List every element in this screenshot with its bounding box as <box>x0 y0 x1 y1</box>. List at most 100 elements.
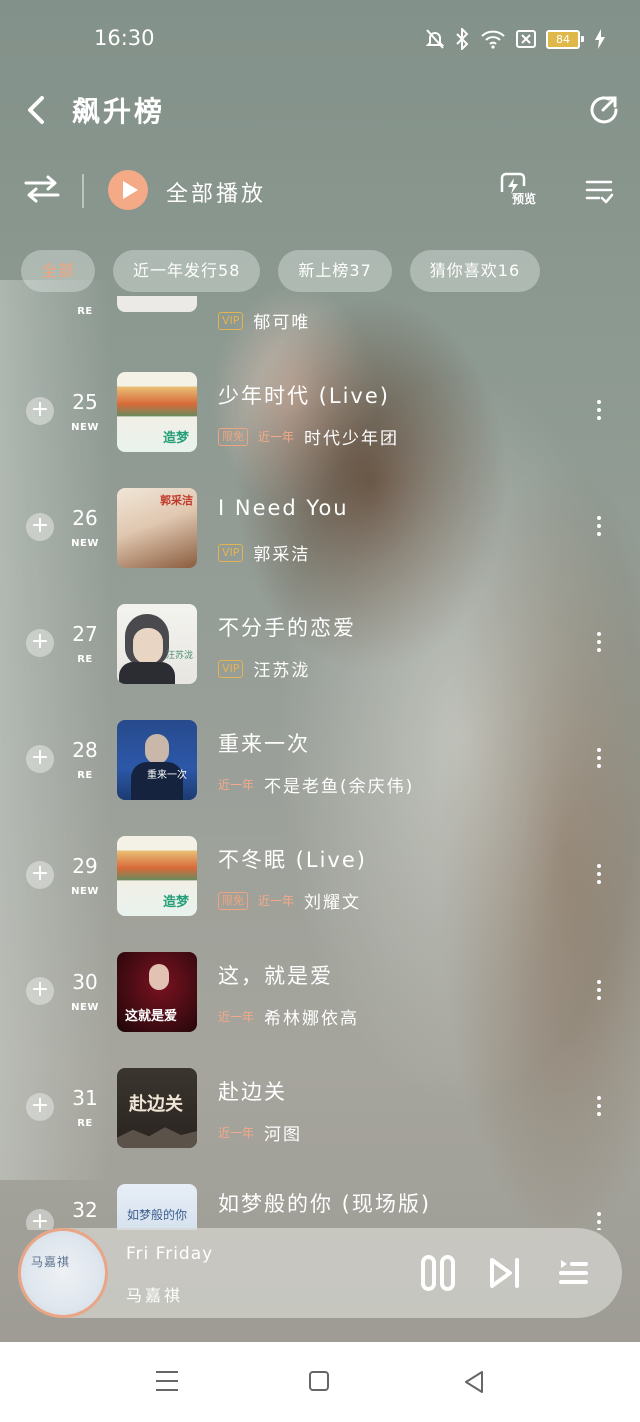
song-tag: NEW <box>71 1002 99 1013</box>
list-item[interactable]: + 30 NEW 这就是爱 这，就是爱 近一年 希林娜依高 <box>0 952 640 1068</box>
song-title: 不分手的恋爱 <box>218 616 356 640</box>
add-icon[interactable]: + <box>26 397 54 425</box>
song-title: 这，就是爱 <box>218 964 333 988</box>
more-icon[interactable] <box>590 628 608 658</box>
back-icon[interactable] <box>20 92 56 128</box>
playlist-icon[interactable] <box>558 1256 588 1290</box>
add-icon[interactable]: + <box>26 513 54 541</box>
more-icon[interactable] <box>590 976 608 1006</box>
song-artist: 汪苏泷 <box>253 661 311 681</box>
song-rank: 30 <box>72 970 98 994</box>
share-icon[interactable] <box>586 92 622 128</box>
song-tag: RE <box>77 306 93 317</box>
system-nav-bar <box>0 1342 640 1422</box>
home-nav-icon[interactable] <box>309 1371 329 1391</box>
toolbar: 全部播放 预览 <box>0 162 640 220</box>
recent-label: 近一年 <box>258 430 295 444</box>
mute-bell-icon <box>426 29 444 49</box>
filter-chip-recommended[interactable]: 猜你喜欢16 <box>409 250 541 292</box>
play-icon[interactable] <box>108 170 148 210</box>
now-playing-cover[interactable]: 马嘉祺 <box>18 1228 108 1318</box>
mini-player[interactable]: 马嘉祺 Fri Friday 马嘉祺 <box>18 1228 622 1318</box>
filter-chip-new-entries[interactable]: 新上榜37 <box>278 250 392 292</box>
song-tag: NEW <box>71 538 99 549</box>
song-rank: 31 <box>72 1086 98 1110</box>
more-icon[interactable] <box>590 1092 608 1122</box>
song-artist: 郁可唯 <box>253 313 311 333</box>
recent-label: 近一年 <box>218 778 255 792</box>
more-icon[interactable] <box>590 860 608 890</box>
menu-nav-icon[interactable] <box>155 1370 179 1392</box>
pause-icon[interactable] <box>420 1254 456 1292</box>
battery-indicator: 84 <box>546 29 584 49</box>
song-tag: NEW <box>71 886 99 897</box>
song-tag: RE <box>77 654 93 665</box>
song-artist: 郭采洁 <box>253 545 311 565</box>
battery-level: 84 <box>546 29 580 49</box>
song-cover: 这就是爱 <box>117 952 197 1032</box>
song-cover: 重来一次 <box>117 720 197 800</box>
song-artist: 刘耀文 <box>304 893 362 913</box>
add-icon[interactable]: + <box>26 977 54 1005</box>
list-select-icon[interactable] <box>584 176 614 206</box>
now-playing-artist: 马嘉祺 <box>126 1286 184 1305</box>
shuffle-icon[interactable] <box>24 174 60 204</box>
more-icon[interactable] <box>590 744 608 774</box>
preview-button[interactable]: 预览 <box>498 170 544 210</box>
free-badge: 限免 <box>218 891 248 910</box>
song-tag: RE <box>77 770 93 781</box>
add-icon[interactable]: + <box>26 861 54 889</box>
song-artist: 希林娜依高 <box>264 1009 360 1029</box>
list-item[interactable]: + 32 如梦般的你 如梦般的你 (现场版) <box>0 1184 640 1230</box>
recent-label: 近一年 <box>258 894 295 908</box>
toolbar-divider <box>82 174 84 208</box>
song-artist: 河图 <box>264 1125 303 1145</box>
list-item[interactable]: + 28 RE 重来一次 重来一次 近一年 不是老鱼(余庆伟) <box>0 720 640 836</box>
list-item[interactable]: + 26 NEW 郭采洁 I Need You VIP 郭采洁 <box>0 488 640 604</box>
filter-chip-all[interactable]: 全部 <box>21 250 96 292</box>
sim-icon <box>516 30 536 48</box>
song-cover: 如梦般的你 <box>117 1184 197 1230</box>
song-rank: 27 <box>72 622 98 646</box>
more-icon[interactable] <box>590 396 608 426</box>
song-artist: 时代少年团 <box>304 429 400 449</box>
more-icon[interactable] <box>590 1208 608 1230</box>
now-playing-title: Fri Friday <box>126 1244 214 1264</box>
list-item[interactable]: + 25 NEW 造梦 少年时代 (Live) 限免 近一年 时代少年团 <box>0 372 640 488</box>
song-title: 赴边关 <box>218 1080 287 1104</box>
add-icon[interactable]: + <box>26 629 54 657</box>
vip-badge: VIP <box>218 543 244 562</box>
song-artist: 不是老鱼(余庆伟) <box>264 777 415 797</box>
song-rank: 25 <box>72 390 98 414</box>
recent-label: 近一年 <box>218 1010 255 1024</box>
vip-badge: VIP <box>218 311 244 330</box>
recent-label: 近一年 <box>218 1126 255 1140</box>
song-title: 不冬眠 (Live) <box>218 848 367 872</box>
song-title: 如梦般的你 (现场版) <box>218 1192 432 1216</box>
list-item[interactable]: + 31 RE 赴边关 赴边关 近一年 河图 <box>0 1068 640 1184</box>
list-item[interactable]: + 29 NEW 造梦 不冬眠 (Live) 限免 近一年 刘耀文 <box>0 836 640 952</box>
song-cover: 郭采洁 <box>117 488 197 568</box>
more-icon[interactable] <box>590 512 608 542</box>
add-icon[interactable]: + <box>26 1209 54 1230</box>
wifi-icon <box>481 30 505 49</box>
song-title: 少年时代 (Live) <box>218 384 390 408</box>
add-icon[interactable]: + <box>26 745 54 773</box>
song-cover: 汪苏泷 <box>117 604 197 684</box>
song-rank: 29 <box>72 854 98 878</box>
list-item[interactable]: + 27 RE 汪苏泷 不分手的恋爱 VIP 汪苏泷 <box>0 604 640 720</box>
status-bar: 16:30 84 <box>0 0 640 80</box>
filter-chip-recent-year[interactable]: 近一年发行58 <box>113 250 261 292</box>
next-icon[interactable] <box>488 1256 522 1290</box>
song-list[interactable]: RE VIP 郁可唯 + 25 NEW 造梦 少年时代 (Live) 限免 近一… <box>0 296 640 1230</box>
add-icon[interactable]: + <box>26 1093 54 1121</box>
song-cover: 造梦 <box>117 836 197 916</box>
song-cover <box>117 296 197 312</box>
free-badge: 限免 <box>218 427 248 446</box>
filter-chips: 全部 近一年发行58 新上榜37 猜你喜欢16 <box>21 250 541 292</box>
play-all-button[interactable]: 全部播放 <box>166 176 266 208</box>
song-rank: 26 <box>72 506 98 530</box>
song-title: I Need You <box>218 496 349 520</box>
back-nav-icon[interactable] <box>462 1370 486 1394</box>
song-tag: RE <box>77 1118 93 1129</box>
